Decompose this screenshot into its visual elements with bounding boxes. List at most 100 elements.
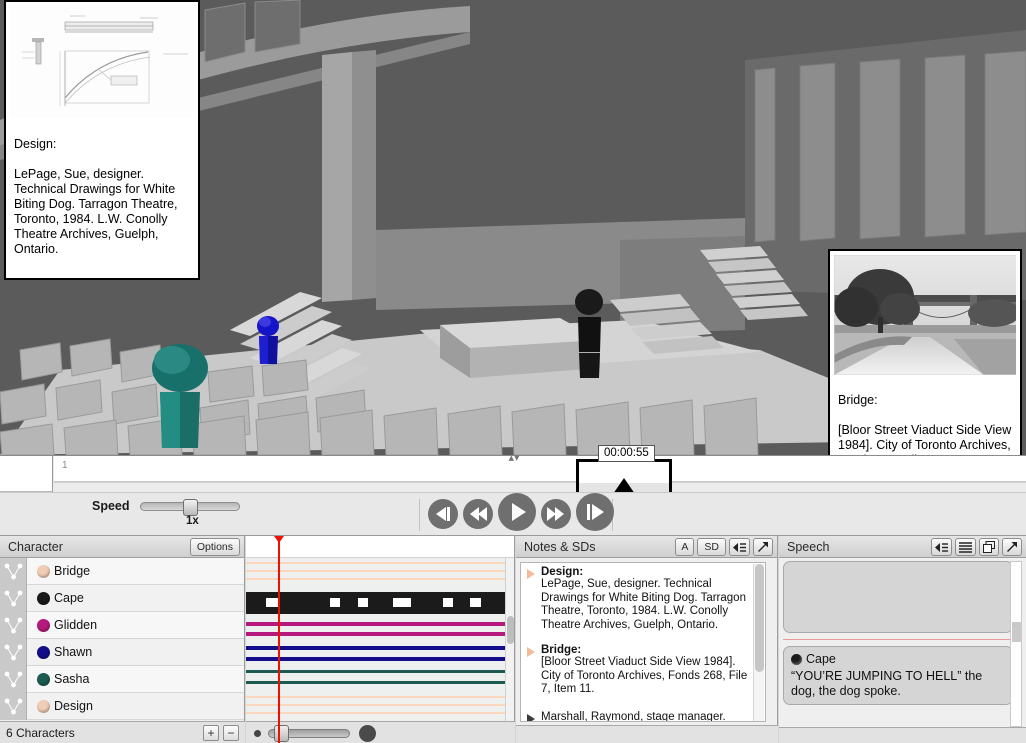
timeline-track-sasha[interactable] (246, 681, 511, 684)
speech-marker[interactable] (393, 598, 411, 607)
node-graph-icon[interactable] (0, 558, 27, 585)
character-panel: Character Options Bridge Cape Glidden Sh… (0, 536, 245, 743)
character-row-cape[interactable]: Cape (0, 584, 244, 612)
timeline-track-shawn[interactable] (246, 646, 511, 650)
skip-to-end-button[interactable] (576, 493, 614, 531)
timeline-playhead[interactable] (274, 536, 284, 743)
bridge-card-heading: Bridge: (838, 393, 878, 407)
node-graph-icon[interactable] (0, 611, 27, 639)
expand-button[interactable] (1002, 538, 1022, 556)
transport-bar: Speed 1x (0, 492, 1026, 536)
scrollbar-thumb[interactable] (755, 564, 764, 672)
timeline-track-shawn[interactable] (246, 657, 511, 661)
node-graph-icon[interactable] (0, 692, 27, 720)
character-row-glidden[interactable]: Glidden (0, 611, 244, 639)
node-graph-icon[interactable] (0, 665, 27, 693)
align-lines-icon (959, 541, 972, 553)
timeline-track-design[interactable] (246, 704, 511, 706)
character-color-swatch (37, 645, 50, 659)
character-row-shawn[interactable]: Shawn (0, 638, 244, 666)
character-list[interactable]: Bridge Cape Glidden Shawn Sasha Design (0, 558, 244, 720)
ruler-track[interactable]: 1 (54, 456, 1026, 482)
note-text: LePage, Sue, designer. Technical Drawing… (541, 578, 746, 631)
rewind-button[interactable] (463, 499, 493, 529)
speech-card-current[interactable]: Cape “YOU’RE JUMPING TO HELL” the dog, t… (783, 646, 1013, 705)
speech-scrollbar[interactable] (1010, 561, 1022, 727)
expand-button[interactable] (753, 538, 773, 556)
timeline-track-bridge[interactable] (246, 578, 511, 580)
timeline-track-bridge[interactable] (246, 562, 511, 564)
remove-character-button[interactable]: − (223, 725, 239, 741)
speech-marker[interactable] (330, 598, 340, 607)
design-card-heading: Design: (14, 137, 57, 151)
speech-list[interactable]: Cape “YOU’RE JUMPING TO HELL” the dog, t… (783, 561, 1013, 727)
notes-panel-title: Notes & SDs (524, 540, 596, 554)
timeline-track-design[interactable] (246, 712, 511, 714)
timeline-ruler-strip[interactable]: 1 ▴▾ 00:00:55 (0, 445, 1026, 497)
speech-marker[interactable] (266, 598, 278, 607)
speech-card-empty[interactable] (783, 561, 1013, 633)
skip-to-start-button[interactable] (428, 499, 458, 529)
character-row-bridge[interactable]: Bridge (0, 558, 244, 585)
playhead-handle-icon[interactable] (274, 536, 284, 543)
note-entry-design[interactable]: Design: LePage, Sue, designer. Technical… (521, 563, 765, 636)
timeline-zoom-knob[interactable] (274, 725, 289, 742)
speech-header-buttons (931, 538, 1022, 556)
character-name: Design (54, 699, 93, 713)
align-button[interactable] (955, 538, 976, 556)
speech-panel: Speech Cape “YOU’RE JUMPING TO HELL” the… (779, 536, 1026, 743)
node-graph-icon[interactable] (0, 584, 27, 612)
duplicate-window-icon (983, 541, 995, 553)
timeline-track-area[interactable] (246, 558, 514, 721)
character-name: Cape (54, 591, 84, 605)
timeline-track-glidden[interactable] (246, 632, 511, 636)
zoom-in-icon[interactable] (359, 725, 376, 742)
speed-slider-knob[interactable] (182, 498, 198, 516)
note-heading: Bridge: (541, 644, 582, 656)
timeline-panel[interactable] (246, 536, 515, 743)
disclosure-triangle-icon[interactable] (527, 713, 535, 721)
timeline-track-sasha[interactable] (246, 670, 511, 673)
design-reference-card[interactable]: Design: LePage, Sue, designer. Technical… (4, 0, 200, 280)
timeline-track-cape[interactable] (246, 592, 511, 614)
scrollbar-thumb[interactable] (507, 616, 514, 644)
timecode-readout: 00:00:55 (598, 445, 655, 462)
notes-header-buttons: A SD (675, 538, 773, 556)
add-character-button[interactable]: + (203, 725, 219, 741)
options-button[interactable]: Options (189, 538, 240, 556)
character-row-design[interactable]: Design (0, 692, 244, 720)
speech-marker[interactable] (358, 598, 368, 607)
timeline-vertical-scrollbar[interactable] (505, 558, 514, 721)
character-color-swatch (37, 672, 50, 686)
character-row-sasha[interactable]: Sasha (0, 665, 244, 693)
speech-panel-footer (779, 727, 1026, 743)
node-graph-icon[interactable] (0, 638, 27, 666)
timeline-track-design[interactable] (246, 696, 511, 698)
speech-marker[interactable] (470, 598, 481, 607)
current-speech-divider (783, 639, 1013, 640)
disclosure-triangle-icon[interactable] (527, 569, 535, 579)
note-text: [Bloor Street Viaduct Side View 1984]. C… (541, 656, 748, 695)
speed-slider[interactable] (139, 498, 240, 516)
transport-buttons (428, 493, 614, 531)
timeline-track-bridge[interactable] (246, 570, 511, 572)
fast-forward-button[interactable] (541, 499, 571, 529)
collapse-button[interactable] (729, 538, 750, 556)
duplicate-button[interactable] (979, 538, 999, 556)
zoom-out-icon[interactable] (254, 730, 261, 737)
disclosure-triangle-icon[interactable] (527, 647, 535, 657)
character-color-swatch (37, 699, 50, 713)
character-count-label: 6 Characters (6, 726, 75, 740)
note-entry-bridge[interactable]: Bridge: [Bloor Street Viaduct Side View … (521, 636, 765, 701)
vertical-splitter-grip[interactable]: ▴▾ (506, 452, 522, 466)
stage-direction-button[interactable]: SD (697, 538, 726, 556)
note-entry-promptscript[interactable]: Marshall, Raymond, stage manager. White … (521, 701, 765, 721)
timeline-track-glidden[interactable] (246, 622, 511, 626)
indent-button[interactable] (931, 538, 952, 556)
notes-scrollbar[interactable] (753, 564, 764, 721)
scrollbar-thumb[interactable] (1012, 622, 1021, 642)
notes-list[interactable]: Design: LePage, Sue, designer. Technical… (520, 562, 766, 722)
speech-marker[interactable] (443, 598, 453, 607)
annotation-button[interactable]: A (675, 538, 695, 556)
play-button[interactable] (498, 493, 536, 531)
